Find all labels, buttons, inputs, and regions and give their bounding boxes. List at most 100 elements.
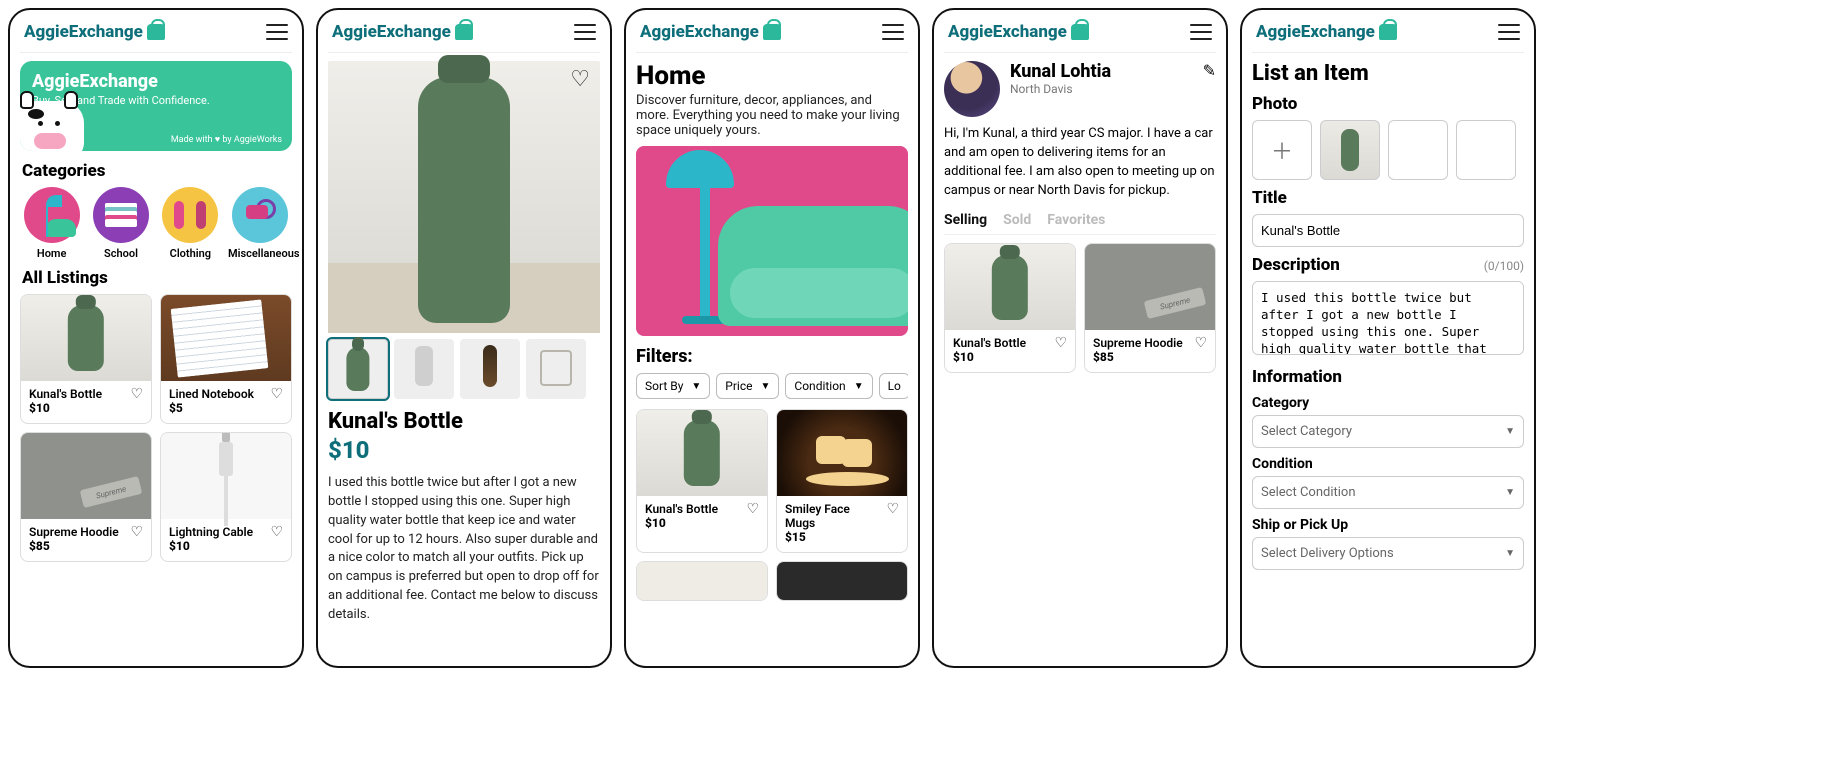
screen-category: AggieExchange Home Discover furniture, d… bbox=[624, 8, 920, 668]
favorite-icon[interactable]: ♡ bbox=[270, 525, 283, 539]
product-thumb bbox=[637, 410, 767, 496]
bag-icon bbox=[1071, 24, 1089, 40]
listing-card[interactable]: Lightning Cable$10♡ bbox=[160, 432, 292, 562]
screen-home-landing: AggieExchange AggieExchange Buy, Sell, a… bbox=[8, 8, 304, 668]
tab-selling[interactable]: Selling bbox=[944, 212, 987, 234]
favorite-icon[interactable]: ♡ bbox=[570, 69, 590, 91]
product-description: I used this bottle twice but after I got… bbox=[328, 474, 600, 625]
favorite-icon[interactable]: ♡ bbox=[1194, 336, 1207, 350]
filter-price[interactable]: Price▼ bbox=[716, 373, 779, 399]
information-label: Information bbox=[1252, 367, 1524, 387]
lamp-icon bbox=[700, 154, 710, 324]
profile-bio: Hi, I'm Kunal, a third year CS major. I … bbox=[944, 125, 1216, 200]
menu-icon[interactable] bbox=[882, 24, 904, 40]
tab-sold[interactable]: Sold bbox=[1003, 212, 1031, 234]
listing-card[interactable]: Kunal's Bottle$10♡ bbox=[944, 243, 1076, 373]
thumbnail[interactable] bbox=[460, 339, 520, 399]
bag-icon bbox=[763, 24, 781, 40]
screen-product-detail: AggieExchange ♡ Kunal's Bottle $10 I use… bbox=[316, 8, 612, 668]
filter-sort[interactable]: Sort By▼ bbox=[636, 373, 710, 399]
product-thumb bbox=[161, 295, 291, 381]
all-listings-heading: All Listings bbox=[22, 268, 292, 288]
photo-slot[interactable] bbox=[1320, 120, 1380, 180]
add-photo-button[interactable]: ＋ bbox=[1252, 120, 1312, 180]
menu-icon[interactable] bbox=[574, 24, 596, 40]
categories-row: Home School Clothing Miscellaneous bbox=[20, 187, 292, 260]
brand-logo[interactable]: AggieExchange bbox=[640, 22, 781, 42]
category-label: Category bbox=[1252, 395, 1524, 411]
brand-logo[interactable]: AggieExchange bbox=[948, 22, 1089, 42]
thumbnail[interactable] bbox=[328, 339, 388, 399]
chevron-down-icon: ▼ bbox=[691, 381, 701, 392]
favorite-icon[interactable]: ♡ bbox=[1054, 336, 1067, 350]
chevron-down-icon: ▼ bbox=[761, 381, 771, 392]
clothing-icon bbox=[162, 187, 218, 243]
edit-icon[interactable]: ✎ bbox=[1203, 61, 1216, 80]
favorite-icon[interactable]: ♡ bbox=[270, 387, 283, 401]
topbar: AggieExchange bbox=[20, 16, 292, 53]
brand-logo[interactable]: AggieExchange bbox=[24, 22, 165, 42]
category-school[interactable]: School bbox=[89, 187, 152, 260]
listing-card[interactable]: Supreme Supreme Hoodie$85♡ bbox=[20, 432, 152, 562]
topbar: AggieExchange bbox=[1252, 16, 1524, 53]
topbar: AggieExchange bbox=[328, 16, 600, 53]
condition-select[interactable]: Select Condition▼ bbox=[1252, 476, 1524, 509]
product-thumb: Supreme bbox=[1085, 244, 1215, 330]
description-input[interactable] bbox=[1252, 281, 1524, 355]
brand-logo[interactable]: AggieExchange bbox=[332, 22, 473, 42]
title-input[interactable] bbox=[1252, 214, 1524, 247]
filter-pills: Sort By▼ Price▼ Condition▼ Lo bbox=[636, 373, 908, 399]
delivery-select[interactable]: Select Delivery Options▼ bbox=[1252, 537, 1524, 570]
product-main-image[interactable]: ♡ bbox=[328, 61, 600, 333]
favorite-icon[interactable]: ♡ bbox=[746, 502, 759, 516]
chevron-down-icon: ▼ bbox=[1505, 548, 1515, 559]
menu-icon[interactable] bbox=[1498, 24, 1520, 40]
category-select[interactable]: Select Category▼ bbox=[1252, 415, 1524, 448]
category-home[interactable]: Home bbox=[20, 187, 83, 260]
listing-card[interactable]: Smiley Face Mugs$15♡ bbox=[776, 409, 908, 553]
listing-card[interactable]: Supreme Supreme Hoodie$85♡ bbox=[1084, 243, 1216, 373]
photo-slot[interactable] bbox=[1388, 120, 1448, 180]
product-thumb bbox=[945, 244, 1075, 330]
thumbnail[interactable] bbox=[394, 339, 454, 399]
filter-more[interactable]: Lo bbox=[879, 373, 908, 399]
cow-mascot-icon bbox=[20, 101, 84, 151]
filter-condition[interactable]: Condition▼ bbox=[785, 373, 872, 399]
category-title: Home bbox=[636, 61, 908, 91]
brand-logo[interactable]: AggieExchange bbox=[1256, 22, 1397, 42]
misc-icon bbox=[232, 187, 288, 243]
profile-location: North Davis bbox=[1010, 82, 1111, 96]
categories-heading: Categories bbox=[22, 161, 292, 181]
listings-grid: Kunal's Bottle$10♡ Lined Notebook$5♡ Sup… bbox=[20, 294, 292, 562]
photo-slot[interactable] bbox=[1456, 120, 1516, 180]
category-misc[interactable]: Miscellaneous bbox=[228, 187, 292, 260]
favorite-icon[interactable]: ♡ bbox=[886, 502, 899, 516]
tab-favorites[interactable]: Favorites bbox=[1047, 212, 1105, 234]
ship-label: Ship or Pick Up bbox=[1252, 517, 1524, 533]
screen-profile: AggieExchange Kunal Lohtia North Davis ✎… bbox=[932, 8, 1228, 668]
menu-icon[interactable] bbox=[266, 24, 288, 40]
topbar: AggieExchange bbox=[636, 16, 908, 53]
listing-card[interactable]: Kunal's Bottle$10♡ bbox=[636, 409, 768, 553]
banner-credit: Made with ♥ by AggieWorks bbox=[171, 134, 282, 145]
category-clothing[interactable]: Clothing bbox=[159, 187, 222, 260]
brand-text: AggieExchange bbox=[24, 22, 143, 42]
favorite-icon[interactable]: ♡ bbox=[130, 387, 143, 401]
listing-card[interactable]: Lined Notebook$5♡ bbox=[160, 294, 292, 424]
bag-icon bbox=[455, 24, 473, 40]
photo-label: Photo bbox=[1252, 94, 1524, 114]
profile-header: Kunal Lohtia North Davis ✎ bbox=[944, 61, 1216, 117]
topbar: AggieExchange bbox=[944, 16, 1216, 53]
menu-icon[interactable] bbox=[1190, 24, 1212, 40]
chevron-down-icon: ▼ bbox=[1505, 426, 1515, 437]
product-thumb bbox=[161, 433, 291, 519]
listing-card[interactable] bbox=[636, 561, 768, 601]
favorite-icon[interactable]: ♡ bbox=[130, 525, 143, 539]
thumbnail[interactable] bbox=[526, 339, 586, 399]
chevron-down-icon: ▼ bbox=[854, 381, 864, 392]
listing-card[interactable]: Kunal's Bottle$10♡ bbox=[20, 294, 152, 424]
category-banner bbox=[636, 146, 908, 336]
avatar[interactable] bbox=[944, 61, 1000, 117]
listing-card[interactable] bbox=[776, 561, 908, 601]
category-description: Discover furniture, decor, appliances, a… bbox=[636, 93, 908, 138]
